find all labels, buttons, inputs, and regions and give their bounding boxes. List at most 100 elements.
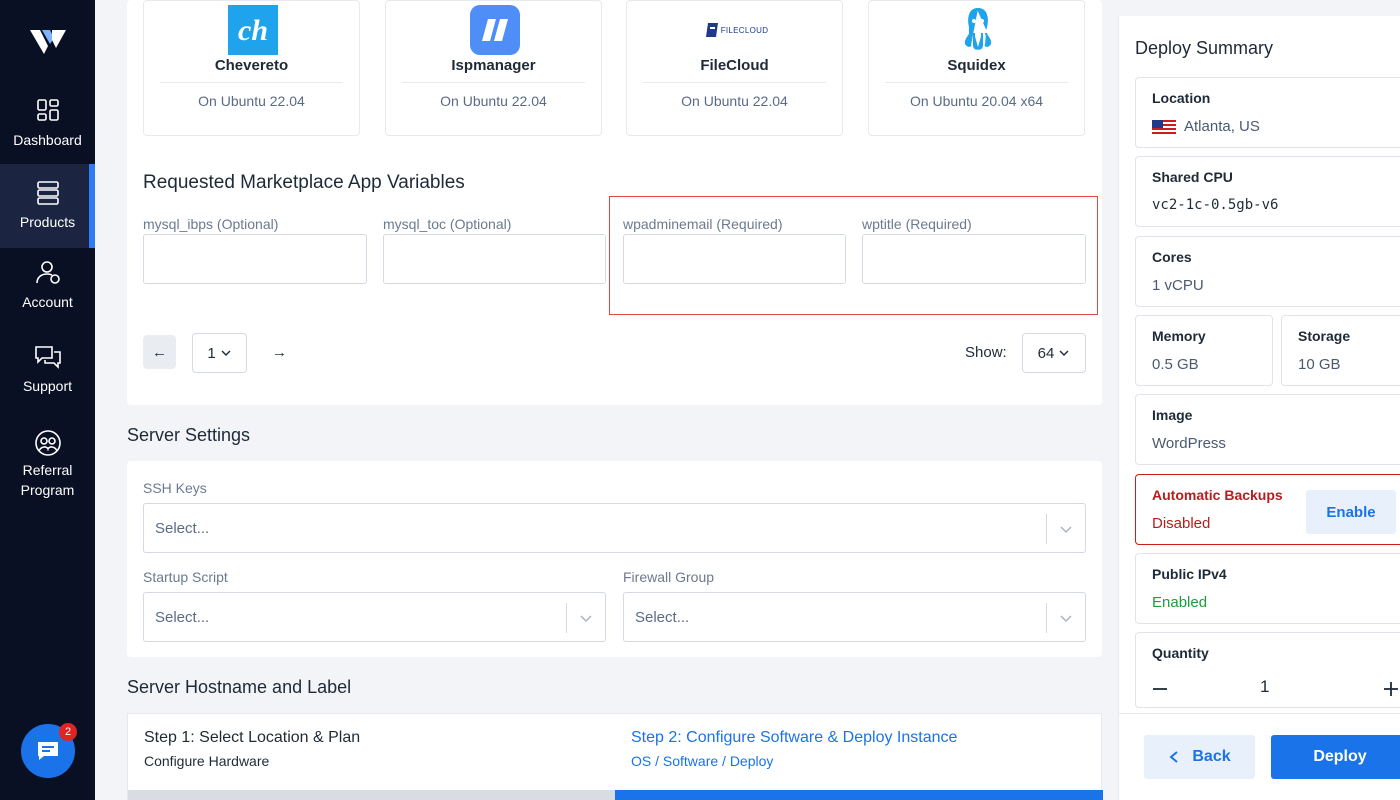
field-label-wptitle: wptitle (Required) [862, 216, 972, 232]
summary-cores: Cores 1 vCPU [1135, 236, 1400, 307]
chevereto-icon: ch [228, 5, 278, 55]
step-2-title[interactable]: Step 2: Configure Software & Deploy Inst… [631, 729, 957, 747]
deploy-summary-title: Deploy Summary [1135, 38, 1274, 58]
step-progress-bar: Step 1: Select Location & Plan Configure… [127, 713, 1103, 800]
divider [1119, 713, 1400, 714]
step-2-subtitle: OS / Software / Deploy [631, 753, 774, 769]
field-label-mysql-ibps: mysql_ibps (Optional) [143, 216, 279, 232]
firewall-group-placeholder: Select... [635, 609, 690, 626]
ssh-keys-label: SSH Keys [143, 480, 207, 496]
summary-automatic-backups: Automatic Backups Disabled Enable [1135, 474, 1400, 545]
divider [160, 82, 343, 83]
summary-public-ipv4: Public IPv4 Enabled [1135, 553, 1400, 624]
account-icon [35, 261, 60, 284]
startup-script-select[interactable]: Select... [143, 592, 606, 642]
notification-badge: 2 [59, 723, 77, 741]
page-size-select[interactable]: 64 [1022, 333, 1086, 373]
app-name: Squidex [947, 57, 1006, 74]
sidebar: Dashboard Products Account Support Refer… [0, 0, 95, 800]
sidebar-item-label: Dashboard [13, 132, 82, 148]
page-number: 1 [207, 344, 216, 362]
app-card-filecloud[interactable]: FILECLOUD FileCloud On Ubuntu 22.04 [626, 0, 843, 136]
live-chat-button[interactable]: 2 [21, 723, 77, 778]
step-1-title: Step 1: Select Location & Plan [144, 729, 361, 746]
wptitle-input[interactable] [862, 234, 1086, 284]
location-label: Location [1152, 90, 1211, 106]
divider [402, 82, 585, 83]
hostname-title: Server Hostname and Label [127, 677, 352, 697]
app-name: FileCloud [700, 57, 769, 74]
field-label-mysql-toc: mysql_toc (Optional) [383, 216, 512, 232]
dashboard-icon [36, 99, 59, 121]
plus-icon[interactable] [1383, 681, 1399, 697]
step-1-progress [128, 790, 615, 800]
memory-label: Memory [1152, 328, 1206, 344]
storage-value: 10 GB [1298, 356, 1341, 373]
app-card-chevereto[interactable]: ch Chevereto On Ubuntu 22.04 [143, 0, 360, 136]
sidebar-item-label: Support [22, 378, 73, 394]
firewall-group-select[interactable]: Select... [623, 592, 1086, 642]
mysql-toc-input[interactable] [383, 234, 606, 284]
step-2-progress [615, 790, 1103, 800]
chevron-down-icon [580, 615, 592, 623]
chevron-down-icon [1060, 615, 1072, 623]
us-flag-icon [1152, 120, 1176, 136]
startup-script-placeholder: Select... [155, 609, 210, 626]
filecloud-icon: FILECLOUD [687, 5, 787, 55]
sidebar-item-label: Referral Program [20, 462, 75, 498]
app-os: On Ubuntu 22.04 [198, 93, 305, 109]
deploy-button[interactable]: Deploy [1271, 735, 1400, 779]
app-os: On Ubuntu 20.04 x64 [909, 93, 1044, 109]
products-server-icon [36, 181, 59, 205]
app-os: On Ubuntu 22.04 [440, 93, 547, 109]
summary-shared-cpu: Shared CPU vc2-1c-0.5gb-v6 [1135, 156, 1400, 227]
summary-location: Location Atlanta, US [1135, 77, 1400, 148]
divider [1046, 514, 1047, 544]
next-page-button[interactable]: → [263, 335, 296, 369]
ssh-keys-select[interactable]: Select... [143, 503, 1086, 553]
filecloud-logo-text: FILECLOUD [720, 25, 769, 35]
app-card-squidex[interactable]: Squidex On Ubuntu 20.04 x64 [868, 0, 1085, 136]
divider [1046, 603, 1047, 633]
public-ipv4-status: Enabled [1152, 594, 1208, 611]
minus-icon[interactable] [1152, 681, 1168, 697]
memory-value: 0.5 GB [1152, 356, 1199, 373]
summary-memory: Memory 0.5 GB [1135, 315, 1273, 386]
plan-id-value: vc2-1c-0.5gb-v6 [1152, 197, 1279, 213]
summary-storage: Storage 10 GB [1281, 315, 1400, 386]
vultr-logo-icon[interactable] [30, 28, 66, 60]
sidebar-item-label: Products [19, 214, 76, 230]
chevron-left-icon [1169, 751, 1179, 763]
sidebar-item-label: Account [22, 294, 73, 310]
divider [566, 603, 567, 633]
summary-image: Image WordPress [1135, 394, 1400, 465]
cores-value: 1 vCPU [1152, 277, 1204, 294]
quantity-label: Quantity [1152, 645, 1209, 661]
enable-backups-button[interactable]: Enable [1306, 490, 1396, 534]
step-1-subtitle: Configure Hardware [144, 753, 270, 769]
storage-label: Storage [1298, 328, 1351, 344]
wpadminemail-input[interactable] [623, 234, 846, 284]
chevron-down-icon [1059, 350, 1069, 356]
firewall-group-label: Firewall Group [623, 569, 715, 585]
summary-quantity: Quantity 1 [1135, 632, 1400, 708]
divider [643, 82, 826, 83]
sidebar-item-support[interactable]: Support [0, 342, 95, 402]
sidebar-item-account[interactable]: Account [0, 258, 95, 318]
sidebar-item-dashboard[interactable]: Dashboard [0, 96, 95, 158]
page-select[interactable]: 1 [192, 333, 247, 373]
back-button[interactable]: Back [1144, 735, 1255, 779]
automatic-backups-label: Automatic Backups [1152, 487, 1283, 503]
mysql-ibps-input[interactable] [143, 234, 367, 284]
server-settings-title: Server Settings [127, 425, 251, 445]
back-button-label: Back [1192, 748, 1231, 765]
image-value: WordPress [1152, 435, 1226, 452]
sidebar-item-referral-program[interactable]: Referral Program [0, 428, 95, 508]
quantity-value[interactable]: 1 [1260, 677, 1269, 697]
app-card-ispmanager[interactable]: Ispmanager On Ubuntu 22.04 [385, 0, 602, 136]
page-size-value: 64 [1037, 344, 1055, 362]
prev-page-button[interactable]: ← [143, 335, 176, 369]
squidex-icon [964, 7, 992, 50]
sidebar-item-products[interactable]: Products [0, 164, 95, 248]
shared-cpu-label: Shared CPU [1152, 169, 1233, 185]
